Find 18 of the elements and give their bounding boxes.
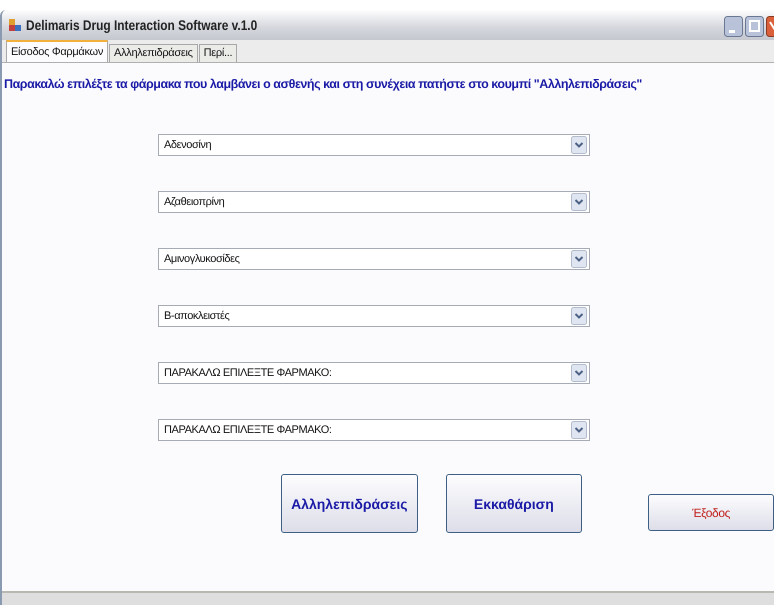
tab[interactable]: Περί... xyxy=(198,44,238,62)
app-icon xyxy=(8,18,22,32)
action-button[interactable]: Αλληλεπιδράσεις xyxy=(281,474,418,533)
minimize-icon[interactable] xyxy=(724,16,743,36)
drug-dropdown[interactable]: Β-αποκλειστές xyxy=(158,305,590,327)
drug-dropdown[interactable]: Αδενοσίνη xyxy=(158,134,590,156)
instruction-text: Παρακαλώ επιλέξτε τα φάρμακα που λαμβάνει ο ασθενής και στη συνέχεια πατήστε στο κουμπί "Αλληλεπιδράσεις" xyxy=(3,76,643,91)
close-icon[interactable] xyxy=(766,16,774,36)
action-button[interactable]: Έξοδος xyxy=(648,494,774,531)
maximize-icon[interactable] xyxy=(745,16,764,36)
window-title: Delimaris Drug Interaction Software v.1.0 xyxy=(26,17,258,33)
tab[interactable]: Είσοδος Φαρμάκων xyxy=(6,40,108,62)
tab[interactable]: Αλληλεπιδράσεις xyxy=(109,44,198,62)
drug-dropdown[interactable]: ΠΑΡΑΚΑΛΩ ΕΠΙΛΕΞΤΕ ΦΑΡΜΑΚΟ: xyxy=(158,419,590,441)
drug-dropdown[interactable]: Αμινογλυκοσίδες xyxy=(158,248,590,270)
drug-dropdown[interactable]: Αζαθειοπρίνη xyxy=(158,191,590,213)
drug-dropdown[interactable]: ΠΑΡΑΚΑΛΩ ΕΠΙΛΕΞΤΕ ΦΑΡΜΑΚΟ: xyxy=(158,362,590,384)
action-button[interactable]: Εκκαθάριση xyxy=(446,474,582,533)
